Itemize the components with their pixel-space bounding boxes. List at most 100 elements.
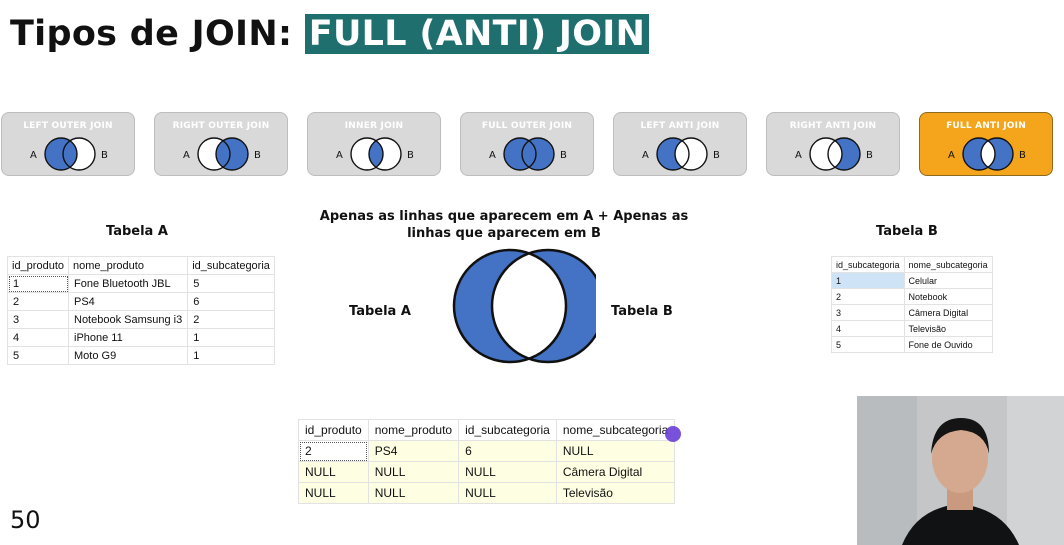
table-cell[interactable]: Celular: [903, 272, 993, 289]
join-button-inner-join[interactable]: INNER JOIN A B: [307, 112, 441, 176]
set-b-label: B: [407, 150, 414, 161]
table-cell[interactable]: Moto G9: [67, 346, 189, 365]
table-row: 2 Notebook: [831, 288, 993, 305]
venn-mini-icon: AB: [30, 137, 108, 171]
set-b-label: B: [1019, 150, 1026, 161]
column-header[interactable]: nome_subcategoria: [555, 419, 676, 441]
table-cell[interactable]: Câmera Digital: [903, 304, 993, 321]
column-header[interactable]: id_subcategoria: [831, 256, 905, 273]
table-cell[interactable]: 6: [458, 440, 557, 462]
venn-mini-icon: AB: [642, 137, 720, 171]
table-cell[interactable]: 4: [7, 328, 69, 347]
table-cell[interactable]: 3: [831, 304, 905, 321]
venn-mini-icon: AB: [948, 137, 1026, 171]
table-cell[interactable]: 1: [187, 346, 275, 365]
set-a-label: A: [336, 150, 343, 161]
join-button-label: FULL OUTER JOIN: [481, 121, 573, 131]
venn-description: Apenas as linhas que aparecem em A + Ape…: [319, 209, 689, 241]
join-button-full-anti-join[interactable]: FULL ANTI JOIN A B: [919, 112, 1053, 176]
table-cell[interactable]: NULL: [555, 440, 676, 462]
join-button-label: RIGHT ANTI JOIN: [789, 121, 877, 131]
set-b-label: B: [254, 150, 261, 161]
table-cell[interactable]: NULL: [458, 482, 557, 504]
table-cell[interactable]: 2: [187, 310, 275, 329]
table-cell[interactable]: NULL: [367, 461, 460, 483]
join-button-label: RIGHT OUTER JOIN: [172, 121, 270, 131]
slide-number: 50: [10, 506, 41, 534]
set-a-label: A: [795, 150, 802, 161]
table-b: id_subcategoria nome_subcategoria 1 Celul…: [831, 256, 993, 353]
table-cell[interactable]: NULL: [298, 461, 369, 483]
table-row: 2 PS4 6 NULL: [298, 440, 676, 462]
table-cell[interactable]: Câmera Digital: [555, 461, 676, 483]
table-row: 4 iPhone 11 1: [7, 328, 275, 347]
table-cell[interactable]: PS4: [67, 292, 189, 311]
table-cell[interactable]: PS4: [367, 440, 460, 462]
table-cell[interactable]: NULL: [298, 482, 369, 504]
venn-label-b: Tabela B: [611, 304, 673, 319]
column-header[interactable]: id_produto: [298, 419, 369, 441]
table-cell[interactable]: Notebook Samsung i3: [67, 310, 189, 329]
set-a-label: A: [642, 150, 649, 161]
table-cell[interactable]: Fone de Ouvido: [903, 336, 993, 353]
title-prefix: Tipos de JOIN:: [10, 14, 305, 54]
set-b-label: B: [713, 150, 720, 161]
venn-mini-icon: AB: [795, 137, 873, 171]
join-button-label: LEFT OUTER JOIN: [23, 121, 113, 131]
join-button-label: LEFT ANTI JOIN: [640, 121, 720, 131]
table-cell[interactable]: 3: [7, 310, 69, 329]
table-cell[interactable]: 2: [298, 440, 369, 462]
column-header[interactable]: nome_subcategoria: [903, 256, 993, 273]
table-cell[interactable]: NULL: [367, 482, 460, 504]
join-button-left-anti-join[interactable]: LEFT ANTI JOIN A B: [613, 112, 747, 176]
table-cell[interactable]: Fone Bluetooth JBL: [67, 274, 189, 293]
table-cell[interactable]: 1: [187, 328, 275, 347]
join-button-right-outer-join[interactable]: RIGHT OUTER JOIN A B: [154, 112, 288, 176]
full-anti-join-venn-diagram: [452, 248, 596, 364]
table-cell[interactable]: 4: [831, 320, 905, 337]
venn-label-a: Tabela A: [349, 304, 411, 319]
table-row: 3 Notebook Samsung i3 2: [7, 310, 275, 329]
column-header[interactable]: id_produto: [7, 256, 69, 275]
join-button-right-anti-join[interactable]: RIGHT ANTI JOIN A B: [766, 112, 900, 176]
table-cell[interactable]: Televisão: [555, 482, 676, 504]
column-header[interactable]: nome_produto: [367, 419, 460, 441]
table-row: NULL NULL NULL Televisão: [298, 482, 676, 504]
table-cell[interactable]: 2: [831, 288, 905, 305]
set-b-label: B: [101, 150, 108, 161]
join-button-label: INNER JOIN: [344, 121, 404, 131]
set-a-label: A: [30, 150, 37, 161]
presenter-webcam-image: [857, 396, 1064, 545]
set-a-label: A: [489, 150, 496, 161]
table-row: 5 Moto G9 1: [7, 346, 275, 365]
column-header[interactable]: id_subcategoria: [458, 419, 557, 441]
join-button-label: FULL ANTI JOIN: [946, 121, 1026, 131]
table-cell[interactable]: 2: [7, 292, 69, 311]
title-highlight: FULL (ANTI) JOIN: [304, 14, 650, 54]
result-table: id_produto nome_produto id_subcategoria …: [298, 419, 676, 504]
table-cell[interactable]: 1: [831, 272, 905, 289]
table-b-title: Tabela B: [876, 224, 938, 239]
table-cell[interactable]: 5: [831, 336, 905, 353]
webcam-overlay: [857, 396, 1064, 545]
join-button-left-outer-join[interactable]: LEFT OUTER JOIN A B: [1, 112, 135, 176]
table-row: 1 Fone Bluetooth JBL 5: [7, 274, 275, 293]
set-a-label: A: [948, 150, 955, 161]
table-cell[interactable]: 5: [187, 274, 275, 293]
table-cell[interactable]: 5: [7, 346, 69, 365]
table-cell[interactable]: 6: [187, 292, 275, 311]
table-cell[interactable]: Notebook: [903, 288, 993, 305]
table-cell[interactable]: 1: [7, 274, 69, 293]
table-a-title: Tabela A: [106, 224, 168, 239]
table-a: id_produto nome_produto id_subcategoria …: [7, 256, 275, 365]
slide-title: Tipos de JOIN: FULL (ANTI) JOIN: [10, 14, 650, 54]
table-cell[interactable]: iPhone 11: [67, 328, 189, 347]
column-header[interactable]: id_subcategoria: [187, 256, 275, 275]
mouse-cursor-icon: [665, 426, 681, 442]
table-cell[interactable]: NULL: [458, 461, 557, 483]
table-row: 5 Fone de Ouvido: [831, 336, 993, 353]
join-button-full-outer-join[interactable]: FULL OUTER JOIN A B: [460, 112, 594, 176]
table-cell[interactable]: Televisão: [903, 320, 993, 337]
set-b-label: B: [866, 150, 873, 161]
column-header[interactable]: nome_produto: [67, 256, 189, 275]
